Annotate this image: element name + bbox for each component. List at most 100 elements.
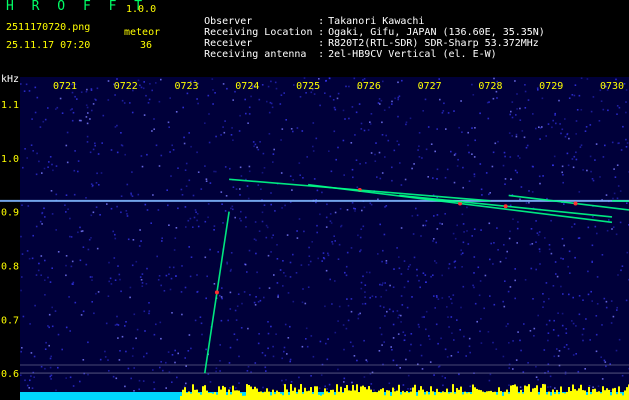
noise-dot (461, 213, 464, 216)
noise-dot (496, 227, 498, 229)
noise-dot (171, 144, 173, 147)
noise-dot (573, 94, 576, 97)
noise-dot (155, 323, 157, 326)
noise-dot (289, 325, 291, 328)
noise-dot (491, 165, 494, 168)
noise-dot (326, 203, 328, 206)
noise-dot (78, 119, 81, 122)
noise-dot (331, 241, 333, 243)
noise-dot (424, 274, 427, 276)
noise-dot (138, 388, 140, 391)
noise-dot (49, 366, 52, 369)
noise-dot (205, 180, 208, 182)
bottom-bar (514, 384, 516, 400)
bottom-bar (196, 389, 198, 400)
noise-dot (85, 104, 88, 106)
noise-dot (91, 279, 93, 281)
noise-dot (129, 296, 131, 299)
noise-dot (77, 170, 79, 173)
noise-dot (116, 78, 118, 80)
noise-dot (267, 254, 270, 257)
noise-dot (74, 301, 77, 304)
noise-dot (171, 354, 174, 356)
noise-dot (505, 257, 507, 259)
noise-dot (200, 322, 203, 325)
noise-dot (31, 387, 34, 389)
noise-dot (71, 108, 73, 110)
noise-dot (57, 366, 59, 369)
noise-dot (258, 287, 261, 289)
noise-dot (260, 188, 262, 190)
noise-dot (592, 96, 595, 98)
noise-dot (106, 203, 108, 205)
noise-dot (364, 296, 366, 298)
bottom-bar (398, 384, 400, 400)
noise-dot (550, 219, 552, 222)
noise-dot (153, 333, 156, 336)
bottom-bar (232, 385, 234, 400)
noise-dot (589, 124, 592, 126)
noise-dot (369, 123, 372, 125)
noise-dot (510, 178, 512, 180)
noise-dot (160, 284, 162, 287)
noise-dot (244, 263, 247, 266)
noise-dot (592, 386, 594, 388)
bottom-bar (390, 395, 392, 400)
noise-dot (368, 271, 371, 274)
noise-dot (531, 243, 534, 245)
bottom-bar (576, 390, 578, 400)
noise-dot (196, 151, 198, 154)
bottom-bar (590, 394, 592, 400)
noise-dot (208, 141, 211, 144)
noise-dot (284, 323, 287, 326)
noise-dot (554, 114, 556, 116)
noise-dot (95, 292, 97, 295)
noise-dot (261, 352, 264, 354)
noise-dot (363, 376, 366, 378)
noise-dot (561, 324, 564, 327)
noise-dot (502, 300, 504, 303)
noise-dot (476, 320, 478, 323)
noise-dot (113, 257, 116, 259)
noise-dot (447, 112, 450, 114)
noise-dot (517, 331, 519, 333)
noise-dot (44, 118, 47, 121)
noise-dot (521, 389, 524, 391)
bottom-bar (570, 391, 572, 400)
noise-dot (503, 305, 506, 308)
noise-dot (508, 342, 510, 344)
noise-dot (142, 380, 145, 382)
noise-dot (448, 296, 450, 298)
noise-dot (572, 296, 574, 299)
noise-dot (240, 210, 242, 213)
noise-dot (435, 262, 438, 264)
noise-dot (544, 237, 546, 239)
noise-dot (419, 344, 422, 346)
bottom-bar (488, 391, 490, 400)
noise-dot (267, 332, 270, 335)
noise-dot (237, 293, 240, 295)
noise-dot (148, 302, 150, 304)
noise-dot (563, 244, 565, 247)
noise-dot (410, 343, 412, 346)
noise-dot (448, 326, 450, 328)
noise-dot (380, 296, 382, 298)
noise-dot (204, 165, 206, 167)
noise-dot (69, 109, 72, 111)
noise-dot (463, 231, 465, 233)
noise-dot (552, 119, 554, 122)
noise-dot (584, 130, 587, 132)
noise-dot (135, 337, 137, 340)
noise-dot (611, 141, 614, 144)
noise-dot (142, 87, 145, 90)
noise-dot (248, 165, 251, 168)
noise-dot (436, 296, 438, 299)
noise-dot (259, 141, 261, 143)
x-tick-label: 0728 (478, 81, 502, 92)
noise-dot (354, 210, 356, 212)
noise-dot (263, 204, 266, 206)
noise-dot (310, 375, 312, 377)
noise-dot (359, 250, 361, 253)
noise-dot (311, 241, 313, 243)
noise-dot (168, 273, 170, 275)
